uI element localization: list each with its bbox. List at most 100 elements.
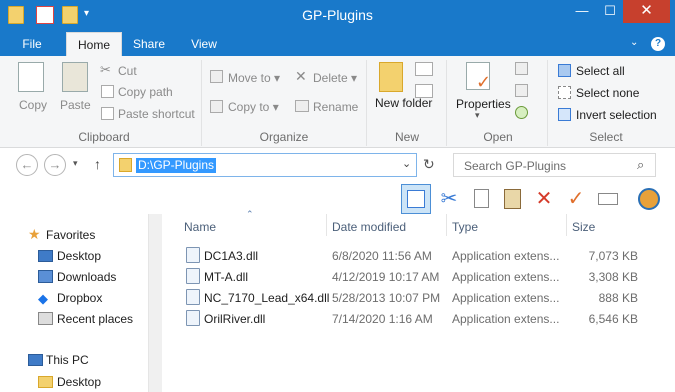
- edit-icon[interactable]: [515, 84, 528, 97]
- table-row[interactable]: MT-A.dll 4/12/2019 10:17 AM Application …: [184, 266, 654, 287]
- new-folder-icon: [379, 62, 403, 92]
- dll-file-icon: [186, 310, 200, 326]
- paste-shortcut-button[interactable]: Paste shortcut: [118, 107, 195, 121]
- copy-path-button[interactable]: Copy path: [118, 85, 173, 99]
- refresh-button[interactable]: ↻: [423, 156, 435, 173]
- nav-downloads[interactable]: Downloads: [57, 270, 116, 284]
- ribbon-separator: [547, 60, 548, 146]
- recent-locations-icon[interactable]: ▾: [73, 158, 78, 169]
- move-to-icon: [210, 70, 223, 83]
- rename-icon: [295, 100, 309, 112]
- desktop-icon: [38, 250, 53, 262]
- navigation-scrollbar[interactable]: [148, 214, 162, 392]
- cut-toolbar-icon[interactable]: ✂: [434, 184, 464, 214]
- up-button[interactable]: ↑: [94, 156, 101, 172]
- nav-dropbox[interactable]: Dropbox: [57, 291, 102, 305]
- tab-view[interactable]: View: [182, 32, 226, 56]
- properties-toolbar-icon[interactable]: ✓: [561, 184, 591, 214]
- rename-toolbar-icon[interactable]: [593, 184, 623, 214]
- clipboard-group-label: Clipboard: [78, 130, 130, 144]
- file-type: Application extens...: [452, 312, 560, 326]
- search-input[interactable]: Search GP-Plugins: [464, 159, 566, 173]
- column-date-modified[interactable]: Date modified: [332, 220, 406, 234]
- address-path[interactable]: D:\GP-Plugins: [136, 158, 217, 173]
- cut-button[interactable]: Cut: [118, 64, 137, 78]
- title-bar: ▾ GP-Plugins — ☐ ✕: [0, 0, 675, 32]
- copy-button[interactable]: Copy: [19, 98, 47, 112]
- properties-dropdown-icon[interactable]: ▾: [475, 110, 480, 121]
- copy-toolbar-icon[interactable]: [466, 184, 496, 214]
- select-all-button[interactable]: Select all: [576, 64, 625, 78]
- history-icon[interactable]: [515, 106, 528, 119]
- close-button[interactable]: ✕: [623, 0, 670, 23]
- move-to-button[interactable]: Move to ▾: [228, 71, 280, 85]
- nav-desktop[interactable]: Desktop: [57, 249, 101, 263]
- paste-shortcut-icon: [101, 107, 114, 120]
- forward-button[interactable]: →: [44, 154, 66, 176]
- file-type: Application extens...: [452, 291, 560, 305]
- copy-path-icon: [101, 85, 114, 98]
- downloads-icon: [38, 270, 53, 283]
- table-row[interactable]: OrilRiver.dll 7/14/2020 1:16 AM Applicat…: [184, 308, 654, 329]
- tab-share[interactable]: Share: [126, 32, 172, 56]
- file-size: 7,073 KB: [588, 249, 638, 263]
- ribbon-tab-bar: File Home Share View ⌄ ?: [0, 32, 675, 56]
- column-separator[interactable]: [566, 214, 567, 236]
- new-item-icon[interactable]: [415, 62, 433, 76]
- dll-file-icon: [186, 289, 200, 305]
- properties-check-icon: ✓: [476, 72, 492, 92]
- file-name[interactable]: DC1A3.dll: [204, 249, 258, 263]
- address-bar[interactable]: D:\GP-Plugins ⌄: [113, 153, 417, 177]
- back-button[interactable]: ←: [16, 154, 38, 176]
- minimize-button[interactable]: —: [568, 0, 596, 23]
- ribbon-separator: [366, 60, 367, 146]
- ribbon-separator: [201, 60, 202, 146]
- sort-ascending-icon: ⌃: [246, 209, 254, 219]
- copy-to-button[interactable]: Copy to ▾: [228, 100, 279, 114]
- file-name[interactable]: MT-A.dll: [204, 270, 248, 284]
- select-all-icon: [558, 64, 571, 77]
- nav-recent-places[interactable]: Recent places: [57, 312, 133, 326]
- open-icon[interactable]: [515, 62, 528, 75]
- tab-home[interactable]: Home: [66, 32, 122, 56]
- nav-favorites[interactable]: Favorites: [46, 228, 95, 242]
- easy-access-icon[interactable]: [415, 84, 433, 98]
- navigation-pane: ★ Favorites Desktop Downloads ◆ Dropbox …: [0, 214, 148, 392]
- paste-toolbar-icon[interactable]: [497, 184, 527, 214]
- paste-button[interactable]: Paste: [60, 98, 91, 112]
- preview-pane-button[interactable]: [401, 184, 431, 214]
- file-name[interactable]: OrilRiver.dll: [204, 312, 265, 326]
- help-icon[interactable]: ?: [651, 37, 665, 51]
- search-box[interactable]: Search GP-Plugins ⌕: [453, 153, 656, 177]
- file-type: Application extens...: [452, 249, 560, 263]
- table-row[interactable]: DC1A3.dll 6/8/2020 11:56 AM Application …: [184, 245, 654, 266]
- delete-toolbar-icon[interactable]: ✕: [529, 184, 559, 214]
- invert-selection-button[interactable]: Invert selection: [576, 108, 657, 122]
- nav-this-pc[interactable]: This PC: [46, 353, 89, 367]
- column-separator[interactable]: [326, 214, 327, 236]
- dropbox-icon: ◆: [38, 291, 48, 306]
- maximize-button[interactable]: ☐: [596, 0, 624, 23]
- file-name[interactable]: NC_7170_Lead_x64.dll: [204, 291, 329, 305]
- ribbon-separator: [446, 60, 447, 146]
- column-name[interactable]: Name: [184, 220, 216, 234]
- select-none-icon: [558, 86, 571, 99]
- properties-button[interactable]: Properties: [456, 97, 511, 111]
- invert-selection-icon: [558, 108, 571, 121]
- column-size[interactable]: Size: [572, 220, 595, 234]
- tab-file[interactable]: File: [0, 32, 64, 56]
- open-group-label: Open: [483, 130, 513, 144]
- nav-pc-desktop[interactable]: Desktop: [57, 375, 101, 389]
- table-row[interactable]: NC_7170_Lead_x64.dll 5/28/2013 10:07 PM …: [184, 287, 654, 308]
- new-folder-button[interactable]: New folder: [375, 97, 432, 110]
- ribbon-expand-icon[interactable]: ⌄: [630, 37, 638, 48]
- column-type[interactable]: Type: [452, 220, 478, 234]
- dll-file-icon: [186, 268, 200, 284]
- select-none-button[interactable]: Select none: [576, 86, 639, 100]
- delete-button[interactable]: Delete ▾: [313, 71, 357, 85]
- shell-app-icon[interactable]: [634, 184, 664, 214]
- rename-button[interactable]: Rename: [313, 100, 358, 114]
- this-pc-icon: [28, 354, 43, 366]
- address-dropdown-icon[interactable]: ⌄: [402, 157, 411, 170]
- column-separator[interactable]: [446, 214, 447, 236]
